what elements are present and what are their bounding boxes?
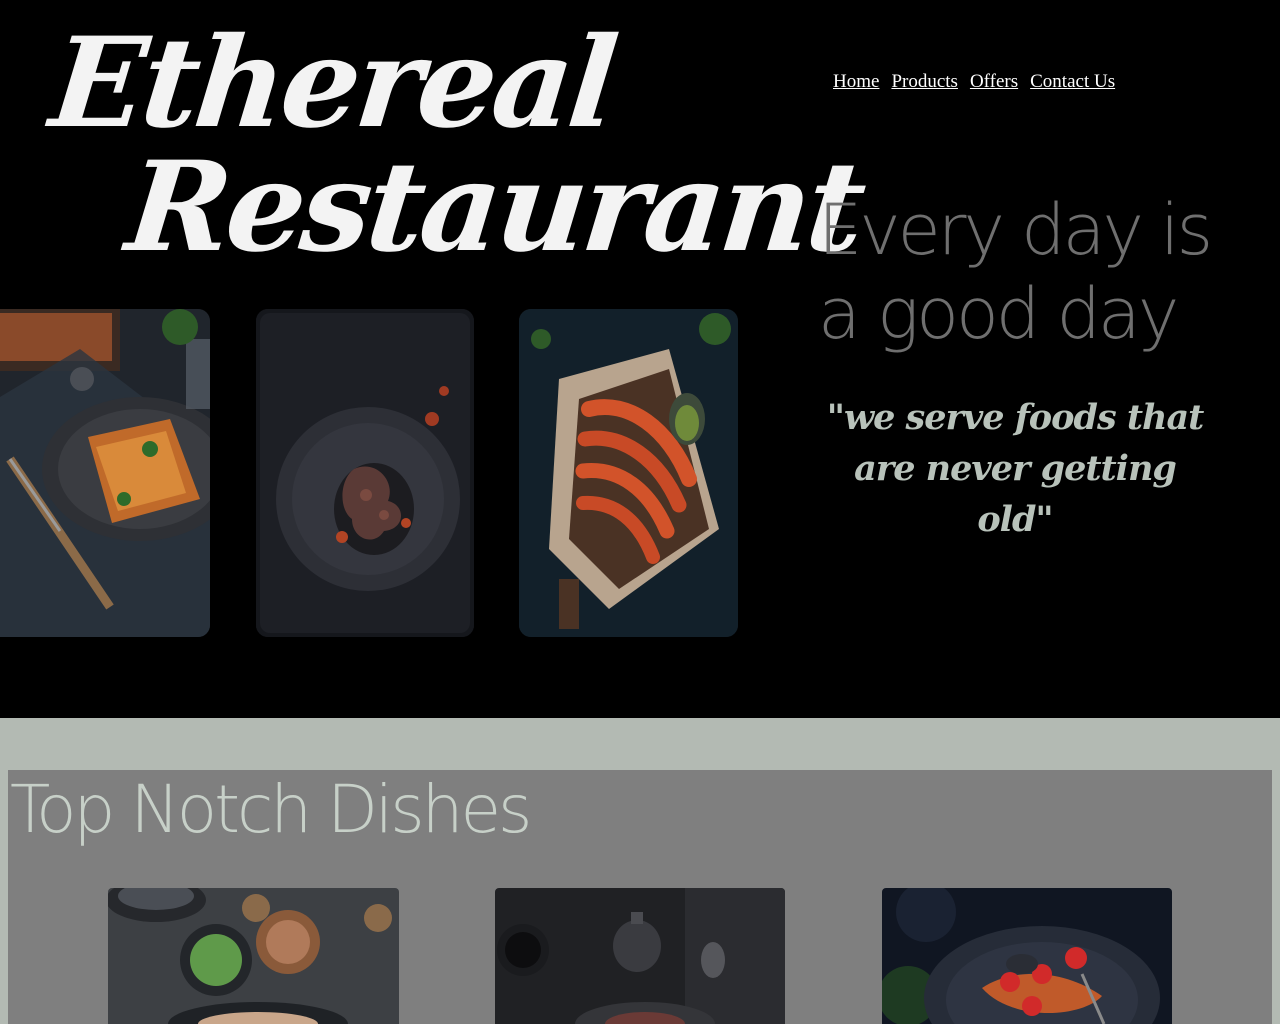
nav-link-home[interactable]: Home — [833, 71, 879, 93]
dish-spices-photo[interactable] — [108, 888, 399, 1024]
brand-name-line1: Ethereal — [44, 11, 621, 156]
nav-link-offers[interactable]: Offers — [970, 71, 1018, 93]
brand-logo[interactable]: Ethereal Restaurant — [44, 11, 868, 292]
hero-tagline: Every day is a good day — [818, 189, 1213, 355]
octopus-pasta-photo — [256, 309, 474, 637]
hero-section: Ethereal Restaurant Home Products Offers… — [0, 0, 1280, 718]
nav-link-contact-us[interactable]: Contact Us — [1030, 71, 1115, 93]
lasagna-photo — [0, 309, 210, 637]
dish-teapot-photo[interactable] — [495, 888, 785, 1024]
dish-seafood-pasta-photo[interactable] — [882, 888, 1172, 1024]
main-nav: Home Products Offers Contact Us — [833, 71, 1115, 93]
grilled-shrimp-photo — [519, 309, 738, 637]
brand-name-line2: Restaurant — [120, 135, 869, 280]
hero-quote: "we serve foods that are never getting o… — [826, 397, 1205, 540]
dishes-title: Top Notch Dishes — [10, 771, 532, 848]
nav-link-products[interactable]: Products — [891, 71, 958, 93]
